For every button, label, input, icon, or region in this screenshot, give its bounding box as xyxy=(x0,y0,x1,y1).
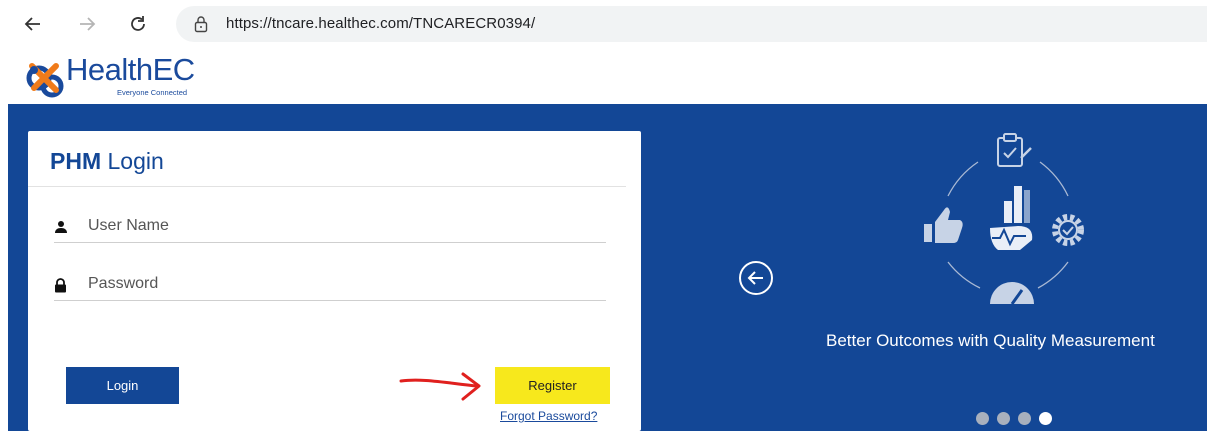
address-bar[interactable]: https://tncare.healthec.com/TNCARECR0394… xyxy=(176,6,1207,42)
gear-check-icon xyxy=(1052,214,1084,246)
carousel-dots xyxy=(976,412,1052,425)
logo-name: HealthEC xyxy=(66,52,195,87)
thumbs-up-icon xyxy=(924,207,963,243)
gauge-icon xyxy=(990,282,1034,305)
annotation-arrow-icon xyxy=(399,372,481,401)
carousel-dot-3[interactable] xyxy=(1018,412,1031,425)
quality-measurement-graphic xyxy=(924,133,1084,305)
padlock-icon xyxy=(55,278,66,293)
forgot-password-link[interactable]: Forgot Password? xyxy=(500,409,597,423)
carousel-dot-4[interactable] xyxy=(1039,412,1052,425)
username-field xyxy=(54,214,606,243)
login-title: PHM Login xyxy=(50,148,164,175)
reload-icon[interactable] xyxy=(125,11,151,37)
back-arrow-icon[interactable] xyxy=(20,11,46,37)
lock-icon xyxy=(194,16,208,33)
login-title-rest: Login xyxy=(101,148,164,174)
carousel-dot-1[interactable] xyxy=(976,412,989,425)
user-icon xyxy=(55,221,67,233)
clipboard-icon xyxy=(997,133,1032,167)
app-header: HealthEC Everyone Connected xyxy=(0,48,1207,104)
chevron-left-icon[interactable] xyxy=(738,260,774,296)
login-button[interactable]: Login xyxy=(66,367,179,404)
logo-tagline: Everyone Connected xyxy=(117,88,188,97)
login-card: PHM Login Login Register Forgot Password… xyxy=(28,131,641,431)
register-button[interactable]: Register xyxy=(495,367,610,404)
login-title-strong: PHM xyxy=(50,148,102,174)
carousel-caption: Better Outcomes with Quality Measurement xyxy=(826,331,1155,350)
username-input[interactable] xyxy=(88,214,588,238)
password-input[interactable] xyxy=(88,272,588,296)
carousel-dot-2[interactable] xyxy=(997,412,1010,425)
browser-toolbar: https://tncare.healthec.com/TNCARECR0394… xyxy=(0,0,1207,49)
card-divider xyxy=(28,186,626,187)
hand-chart-icon xyxy=(990,186,1033,250)
url-text[interactable]: https://tncare.healthec.com/TNCARECR0394… xyxy=(226,15,535,32)
healthec-logo-icon xyxy=(26,63,64,98)
forward-arrow-icon[interactable] xyxy=(74,11,100,37)
password-field xyxy=(54,272,606,301)
